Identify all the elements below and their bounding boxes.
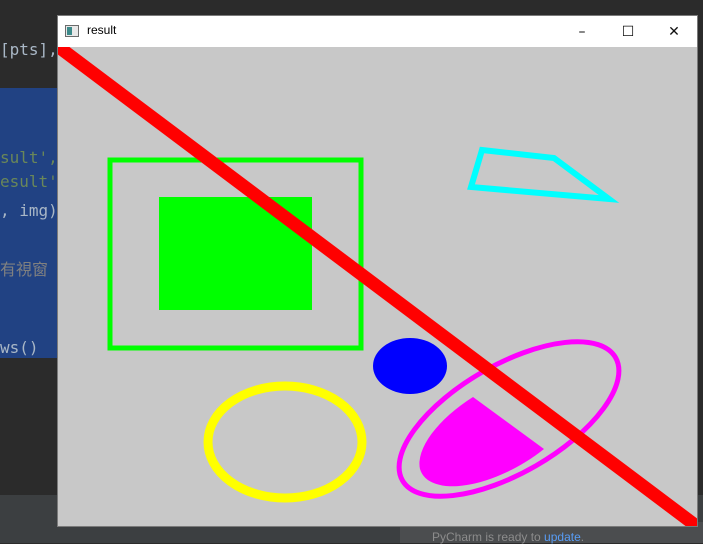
maximize-button[interactable]: ☐ — [605, 16, 651, 47]
window-app-icon — [65, 25, 79, 37]
code-line: sult', — [0, 148, 58, 167]
code-line: [pts], — [0, 40, 58, 59]
code-comment: 有視窗 — [0, 260, 49, 279]
window-title: result — [87, 23, 117, 37]
code-line: esult' — [0, 172, 58, 191]
status-message: PyCharm is ready to update. — [432, 530, 584, 544]
minimize-button[interactable]: – — [559, 16, 605, 47]
close-button[interactable]: ✕ — [651, 16, 697, 47]
code-line: , img) — [0, 201, 58, 220]
result-window[interactable]: result – ☐ ✕ — [57, 15, 698, 527]
title-bar[interactable]: result – ☐ ✕ — [58, 16, 697, 47]
status-suffix: . — [580, 530, 585, 544]
drawing-canvas — [58, 47, 697, 526]
code-line: ws() — [0, 338, 39, 357]
blue-filled-circle — [373, 338, 447, 394]
selected-code-highlight — [0, 88, 58, 358]
status-prefix: PyCharm is ready to — [432, 530, 545, 544]
update-link[interactable]: update — [544, 530, 581, 544]
